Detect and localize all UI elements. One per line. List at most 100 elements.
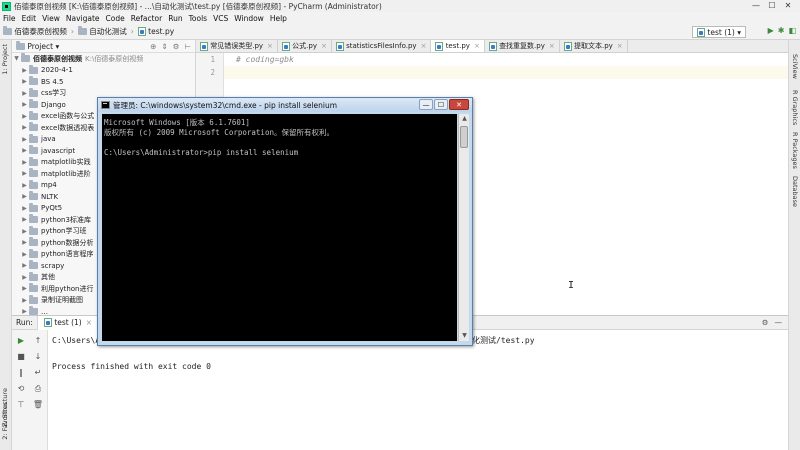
menu-view[interactable]: View [42,14,60,23]
tree-item-label: python学习班 [41,227,87,236]
chevron-right-icon: ▶ [22,66,27,74]
cmd-scrollbar[interactable]: ▲ ▼ [458,114,469,341]
editor-tab-label: 查找重复数.py [499,42,545,50]
scroll-thumb[interactable] [460,126,468,148]
tree-item-label: Django [41,100,66,109]
sciview-tool-tab[interactable]: SciView [791,54,799,79]
chevron-down-icon: ▼ [14,55,19,63]
r-graphics-tool-tab[interactable]: R Graphics [791,90,799,125]
breadcrumb-file[interactable]: test.py [137,27,174,36]
scroll-up-icon[interactable]: ↑ [32,336,44,345]
code-line[interactable] [224,66,788,79]
pin-icon[interactable]: ⊤ [15,400,27,409]
menu-window[interactable]: Window [234,14,264,23]
scroll-down-icon[interactable]: ↓ [32,352,44,361]
close-button[interactable]: ✕ [780,0,796,11]
project-panel-title[interactable]: Project [27,42,53,51]
run-tab[interactable]: test (1) × [36,315,100,330]
stop-icon[interactable]: ■ [15,352,27,361]
locate-icon[interactable]: ⊕ [150,42,156,51]
close-icon[interactable]: × [267,42,273,50]
folder-icon [29,283,38,293]
run-config-dropdown[interactable]: test (1) ▾ [692,26,746,38]
chevron-right-icon: ▶ [22,147,27,155]
scroll-down-icon[interactable]: ▼ [459,331,470,341]
folder-icon [29,87,38,97]
close-icon[interactable]: × [549,42,555,50]
hide-icon[interactable]: — [775,318,783,327]
run-icon[interactable]: ▶ [768,26,774,35]
menu-code[interactable]: Code [106,14,125,23]
editor-tab[interactable]: test.py × [431,40,485,52]
tree-item-label: mp4 [41,181,57,190]
debug-icon[interactable]: ✱ [778,26,785,35]
menu-refactor[interactable]: Refactor [131,14,162,23]
chevron-right-icon: ▶ [22,170,27,178]
cmd-maximize-button[interactable]: ☐ [434,99,448,110]
restore-layout-icon[interactable]: ⟲ [15,384,27,393]
r-packages-tool-tab[interactable]: R Packages [791,132,799,169]
print-icon[interactable]: ⎙ [32,384,44,394]
folder-icon [29,237,38,247]
cmd-close-button[interactable]: ✕ [449,99,469,110]
coverage-icon[interactable]: ◧ [788,26,796,35]
database-tool-tab[interactable]: Database [791,176,799,207]
tree-root[interactable]: ▼ 佰德泰原创视频 K:\佰德泰原创视频 [12,53,195,65]
menu-tools[interactable]: Tools [189,14,207,23]
pause-icon[interactable]: ‖ [15,368,27,377]
editor-tab[interactable]: statisticsFilesInfo.py × [332,40,432,52]
tree-item[interactable]: ▶ BS 4.5 [12,76,195,88]
rerun-icon[interactable]: ▶ [15,336,27,345]
soft-wrap-icon[interactable]: ↵ [32,368,44,377]
editor-tab[interactable]: 提取文本.py × [560,40,628,52]
folder-icon [29,99,38,109]
folder-icon [29,133,38,143]
minimize-button[interactable]: — [748,0,764,11]
folder-icon [3,26,12,35]
delete-icon[interactable]: 🗑 [32,400,44,409]
folder-icon [29,64,38,74]
console-output[interactable]: C:\Users\A Process finished with exit co… [52,334,788,450]
menu-help[interactable]: Help [270,14,287,23]
scroll-up-icon[interactable]: ▲ [459,114,470,124]
tree-item-label: python3标准库 [41,215,91,224]
hide-icon[interactable]: ⊢ [184,42,191,51]
close-icon[interactable]: × [86,318,92,327]
editor-tab[interactable]: 公式.py × [278,40,332,52]
close-icon[interactable]: × [474,42,480,50]
menu-navigate[interactable]: Navigate [66,14,100,23]
cmd-minimize-button[interactable]: — [419,99,433,110]
menu-vcs[interactable]: VCS [213,14,228,23]
editor-tab-label: test.py [445,42,470,50]
gear-icon[interactable]: ⚙ [762,318,769,327]
chevron-right-icon: ▶ [22,112,27,120]
python-file-icon [488,41,497,51]
favorites-tool-tab[interactable]: 2: Favorites [1,402,9,440]
tree-item[interactable]: ▶ 2020-4-1 [12,64,195,77]
code-line[interactable]: # coding=gbk [224,53,788,66]
maximize-button[interactable]: ☐ [764,0,780,11]
menu-edit[interactable]: Edit [22,14,37,23]
editor-tab[interactable]: 常见错误类型.py × [196,40,278,52]
menu-run[interactable]: Run [168,14,182,23]
cmd-window[interactable]: 管理员: C:\windows\system32\cmd.exe - pip i… [97,97,473,346]
chevron-right-icon: ▶ [22,158,27,166]
menu-file[interactable]: File [3,14,16,23]
close-icon[interactable]: × [321,42,327,50]
close-icon[interactable]: × [421,42,427,50]
breadcrumb-root[interactable]: 佰德泰原创视频 › [3,26,74,37]
cmd-title-bar[interactable]: 管理员: C:\windows\system32\cmd.exe - pip i… [98,98,472,112]
close-icon[interactable]: × [617,42,623,50]
gear-icon[interactable]: ⚙ [173,42,180,51]
breadcrumb-folder[interactable]: 自动化测试 › [77,26,134,37]
project-tool-tab[interactable]: 1: Project [1,44,9,75]
editor-tab[interactable]: 查找重复数.py × [485,40,560,52]
cmd-output[interactable]: Microsoft Windows [版本 6.1.7601] 版权所有 (c)… [102,114,457,341]
chevron-right-icon: ▶ [22,239,27,247]
folder-icon [29,76,38,86]
collapse-icon[interactable]: ⇕ [161,42,167,51]
chevron-right-icon: ▶ [22,250,27,258]
window-title: 佰德泰原创视频 [K:\佰德泰原创视频] - ...\自动化测试\test.py… [14,1,382,11]
line-number: 1 [210,55,215,64]
tree-item-label: 其他 [41,273,55,282]
